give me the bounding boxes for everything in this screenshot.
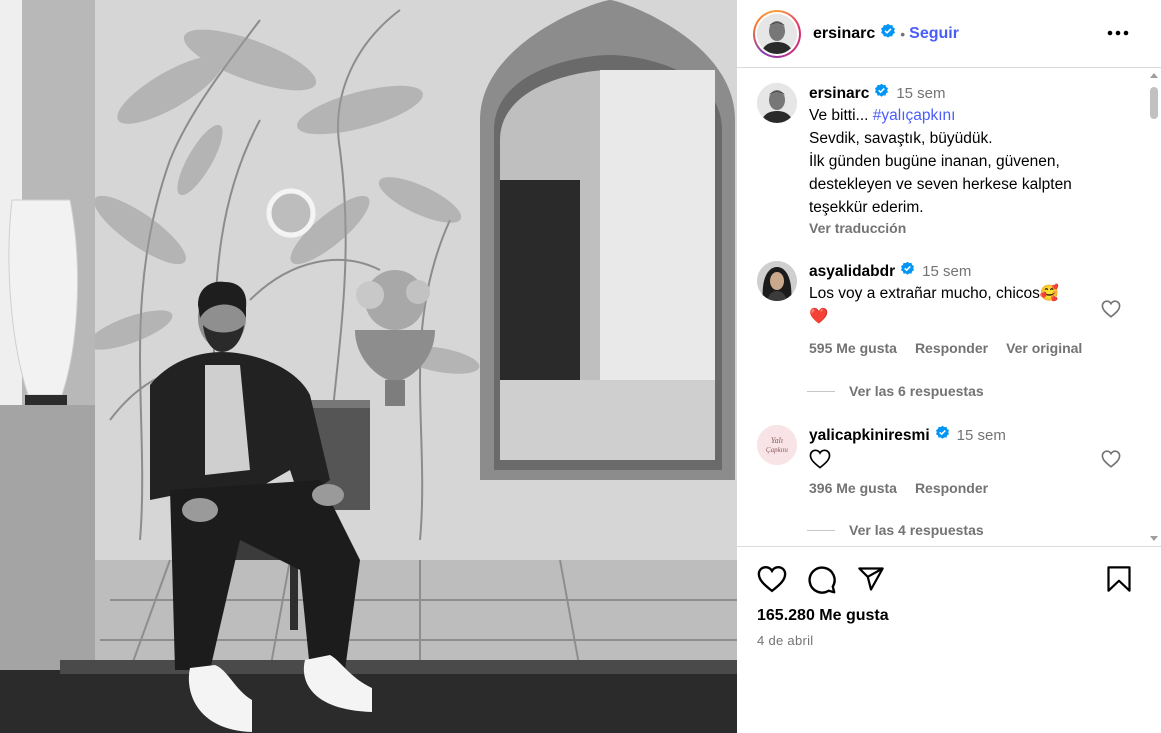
share-icon[interactable] <box>857 565 885 598</box>
comment-text <box>809 446 1109 470</box>
view-replies-label: Ver las 4 respuestas <box>849 522 984 538</box>
post-photo[interactable] <box>0 0 737 733</box>
caption-timestamp[interactable]: 15 sem <box>896 84 945 104</box>
author-avatar <box>757 13 797 54</box>
comments-list[interactable]: ersinarc 15 sem Ve bitti... #yalıçapkını… <box>737 69 1161 545</box>
svg-text:Yalı: Yalı <box>771 436 783 445</box>
replies-divider <box>807 529 835 531</box>
header-separator: • <box>900 25 906 42</box>
comment-like-count[interactable]: 396 Me gusta <box>809 480 897 496</box>
comment-username[interactable]: yalicapkiniresmi <box>809 426 930 446</box>
verified-badge-icon <box>880 23 896 44</box>
more-options-icon[interactable] <box>1103 18 1133 48</box>
author-avatar-story-ring[interactable] <box>753 9 801 58</box>
verified-badge-icon <box>874 83 889 104</box>
comment-body: asyalidabdr 15 sem Los voy a extrañar mu… <box>809 261 1109 356</box>
caption-line-3: İlk günden bugüne inanan, güvenen, <box>809 153 1060 170</box>
author-username[interactable]: ersinarc <box>813 25 875 43</box>
caption-body: ersinarc 15 sem Ve bitti... #yalıçapkını… <box>809 83 1109 236</box>
comment-timestamp[interactable]: 15 sem <box>922 262 971 282</box>
post-image <box>0 0 737 733</box>
comment-item: asyalidabdr 15 sem Los voy a extrañar mu… <box>757 261 1109 356</box>
reply-button[interactable]: Responder <box>915 340 988 356</box>
comment-text: Los voy a extrañar mucho, chicos🥰 ❤️ <box>809 282 1109 328</box>
caption-hashtag[interactable]: #yalıçapkını <box>873 107 956 124</box>
smiling-hearts-emoji: 🥰 <box>1039 285 1060 302</box>
bookmark-icon[interactable] <box>1106 565 1132 598</box>
post-like-count[interactable]: 165.280 Me gusta <box>757 607 889 625</box>
post-date[interactable]: 4 de abril <box>757 633 813 648</box>
caption-author-avatar[interactable] <box>757 83 797 123</box>
verified-badge-icon <box>935 425 950 446</box>
comment-meta: 595 Me gusta Responder Ver original <box>809 340 1109 356</box>
see-translation-link[interactable]: Ver traducción <box>809 220 1109 236</box>
comment-body: yalicapkiniresmi 15 sem 396 Me gusta Res… <box>809 425 1109 496</box>
post-header: ersinarc • Seguir <box>737 0 1161 68</box>
replies-divider <box>807 390 835 392</box>
see-original-link[interactable]: Ver original <box>1006 340 1082 356</box>
comment-meta: 396 Me gusta Responder <box>809 480 1109 496</box>
post-caption: ersinarc 15 sem Ve bitti... #yalıçapkını… <box>757 83 1109 236</box>
scroll-down-arrow-icon[interactable] <box>1150 536 1158 541</box>
red-heart-emoji: ❤️ <box>809 308 829 325</box>
view-replies-label: Ver las 6 respuestas <box>849 383 984 399</box>
caption-line-1: Ve bitti... <box>809 107 869 124</box>
commenter-avatar[interactable] <box>757 261 797 301</box>
comment-text-line: Los voy a extrañar mucho, chicos <box>809 285 1040 302</box>
follow-button[interactable]: Seguir <box>909 25 959 43</box>
heart-icon[interactable] <box>757 565 787 598</box>
like-comment-heart-icon[interactable] <box>1101 450 1121 473</box>
comment-icon[interactable] <box>807 565 837 600</box>
comment-like-count[interactable]: 595 Me gusta <box>809 340 897 356</box>
caption-text: Ve bitti... #yalıçapkını Sevdik, savaştı… <box>809 104 1109 219</box>
comment-item: Yalı Çapkını yalicapkiniresmi 15 sem 396… <box>757 425 1109 496</box>
post-actions: 165.280 Me gusta 4 de abril <box>737 546 1161 733</box>
reply-button[interactable]: Responder <box>915 480 988 496</box>
caption-line-2: Sevdik, savaştık, büyüdük. <box>809 130 993 147</box>
commenter-avatar[interactable]: Yalı Çapkını <box>757 425 797 465</box>
view-replies-button[interactable]: Ver las 6 respuestas <box>807 383 984 399</box>
caption-username[interactable]: ersinarc <box>809 84 869 104</box>
white-heart-emoji <box>809 449 831 469</box>
like-comment-heart-icon[interactable] <box>1101 300 1121 323</box>
view-replies-button[interactable]: Ver las 4 respuestas <box>807 522 984 538</box>
scroll-up-arrow-icon[interactable] <box>1150 73 1158 78</box>
svg-text:Çapkını: Çapkını <box>766 446 788 454</box>
post-side-panel: ersinarc • Seguir ersinarc 15 sem Ve bit… <box>737 0 1161 733</box>
comments-scrollbar[interactable] <box>1147 69 1161 545</box>
caption-line-5: teşekkür ederim. <box>809 199 924 216</box>
verified-badge-icon <box>900 261 915 282</box>
comment-timestamp[interactable]: 15 sem <box>957 426 1006 446</box>
comment-username[interactable]: asyalidabdr <box>809 262 895 282</box>
scrollbar-thumb[interactable] <box>1150 87 1158 119</box>
caption-line-4: destekleyen ve seven herkese kalpten <box>809 176 1072 193</box>
